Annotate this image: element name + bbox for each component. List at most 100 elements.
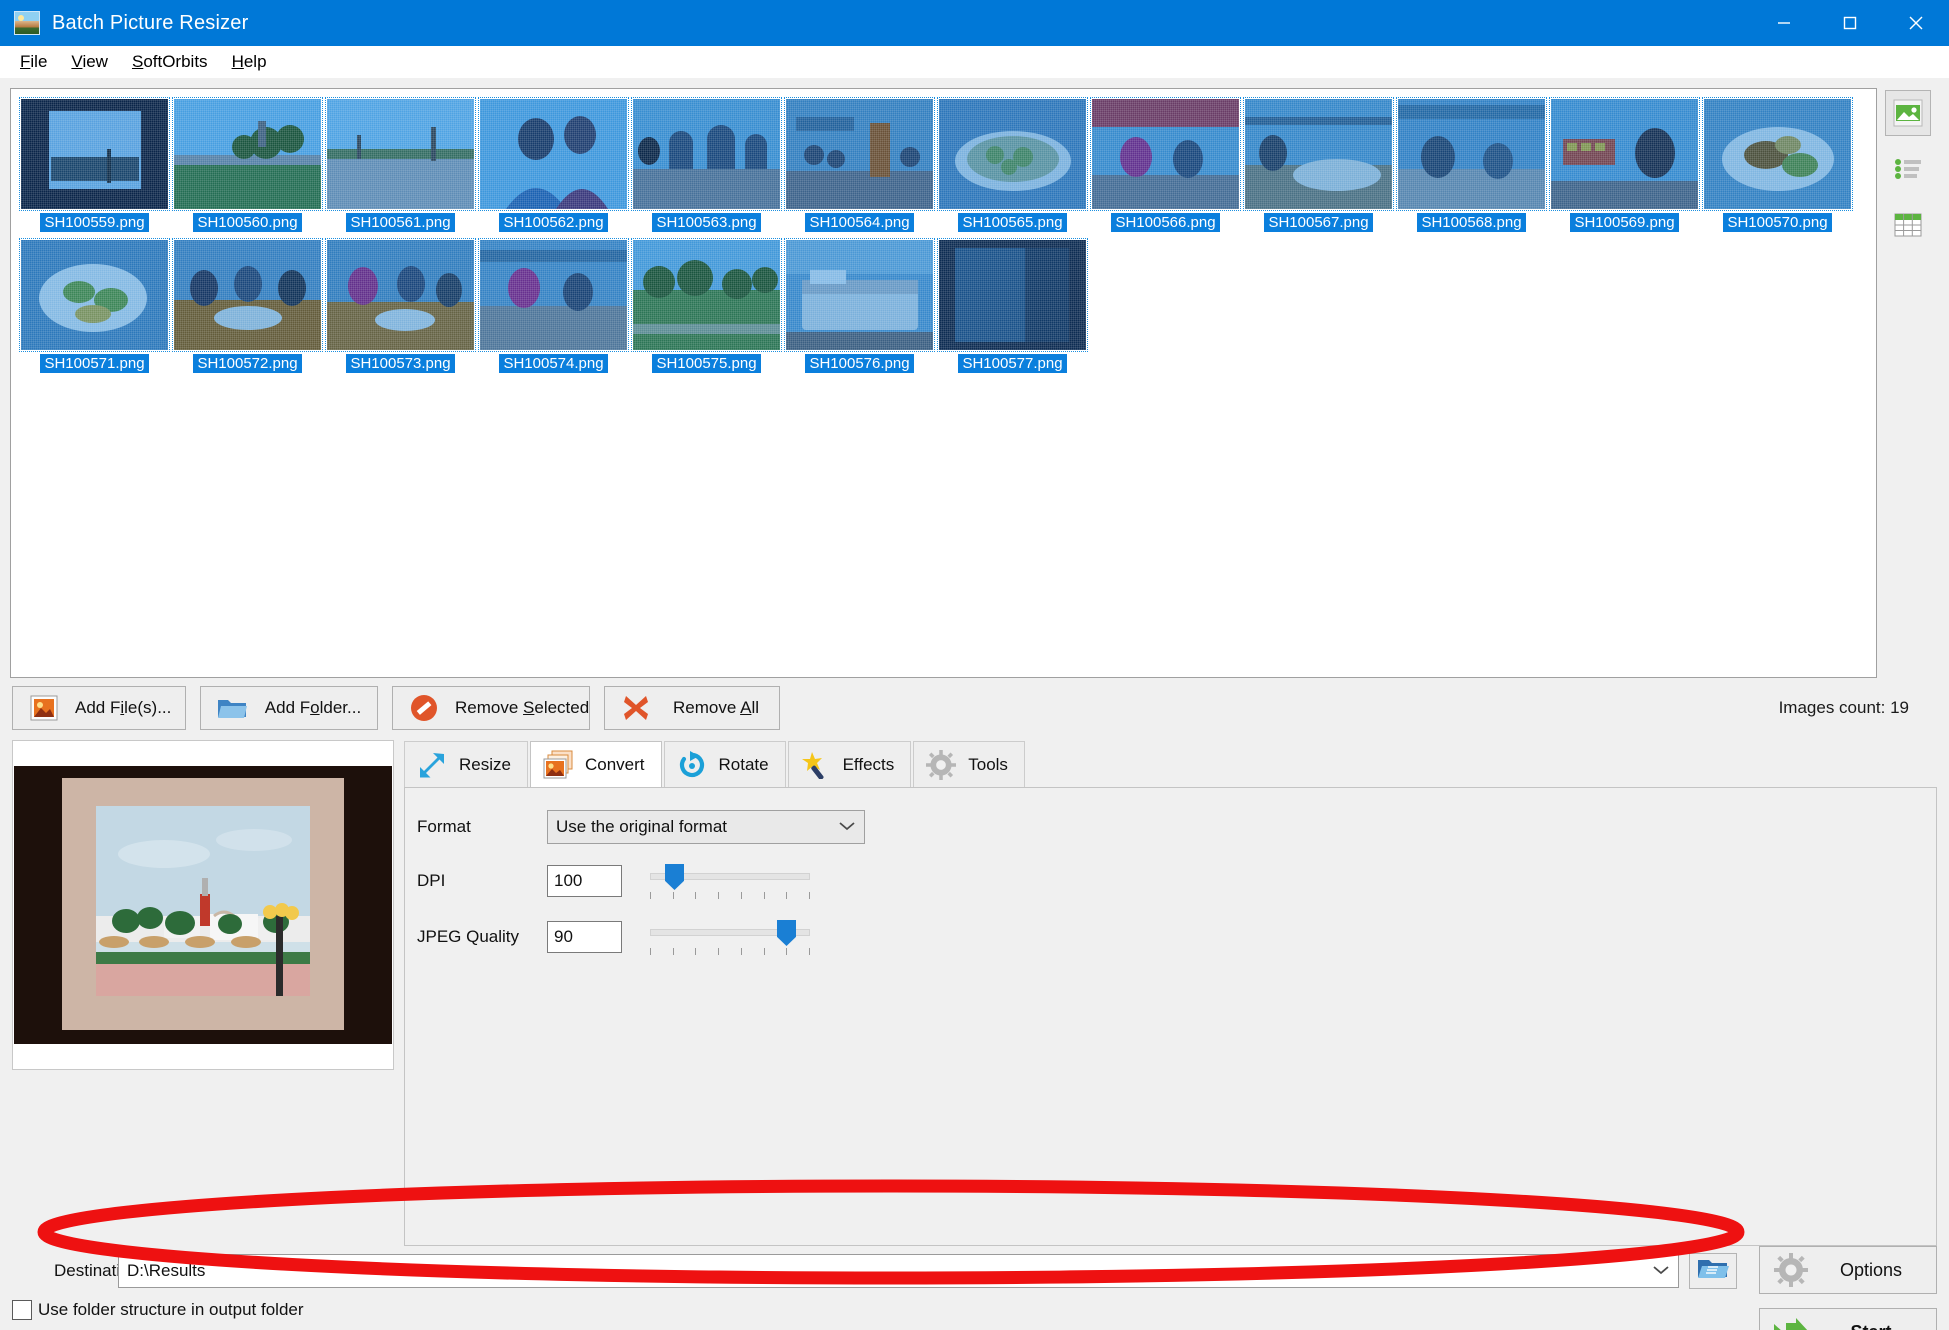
app-window: Batch Picture Resizer FFileile View Soft… [0,0,1949,1330]
destination-row: Destination D:\Results [12,1252,1937,1290]
thumbnail-filename: SH100562.png [499,213,608,232]
close-button[interactable] [1883,0,1949,46]
preview-panel [12,740,394,1070]
thumbnail-item[interactable]: SH100573.png [325,238,476,373]
dpi-input[interactable]: 100 [547,865,622,897]
thumbnail-item[interactable]: SH100563.png [631,97,782,232]
magic-wand-icon [799,749,833,781]
thumbnail-filename: SH100567.png [1264,213,1373,232]
details-view-button[interactable] [1885,202,1931,248]
menu-file[interactable]: FFileile [8,48,59,76]
thumbnail-image[interactable] [1243,97,1394,211]
minimize-button[interactable] [1751,0,1817,46]
chevron-down-icon[interactable] [1652,1261,1670,1281]
thumbnail-item[interactable]: SH100566.png [1090,97,1241,232]
browse-folder-button[interactable] [1689,1253,1737,1289]
menu-softorbits[interactable]: SoftOrbits [120,48,220,76]
thumbnail-image[interactable] [19,97,170,211]
thumbnail-image[interactable] [172,97,323,211]
red-x-icon [619,692,653,724]
thumbnail-image[interactable] [478,238,629,352]
thumbnail-item[interactable]: SH100567.png [1243,97,1394,232]
thumbnail-filename: SH100576.png [805,354,914,373]
jpeg-quality-input[interactable]: 90 [547,921,622,953]
remove-all-button[interactable]: Remove All [604,686,780,730]
tab-label: Rotate [718,754,769,774]
thumbnail-filename: SH100566.png [1111,213,1220,232]
thumbnail-item[interactable]: SH100575.png [631,238,782,373]
add-folder-button[interactable]: Add Folder... [200,686,378,730]
thumbnail-filename: SH100563.png [652,213,761,232]
thumbnail-image[interactable] [1396,97,1547,211]
thumbnail-image[interactable] [1090,97,1241,211]
options-button[interactable]: Options [1759,1246,1937,1294]
thumbnail-image[interactable] [937,97,1088,211]
thumbnail-image[interactable] [19,238,170,352]
options-label: Options [1839,1259,1903,1280]
gear-icon [924,749,958,781]
thumbnail-image[interactable] [1549,97,1700,211]
tab-rotate[interactable]: Rotate [663,741,786,787]
thumbnail-image[interactable] [937,238,1088,352]
dpi-slider[interactable] [650,862,810,900]
menu-view[interactable]: View [59,48,120,76]
preview-image [14,766,392,1044]
jpeg-quality-row: JPEG Quality 90 [417,918,1936,956]
view-mode-toolbar [1877,88,1939,678]
settings-tabs[interactable]: Resize Convert Rotate Effects Tools [404,740,1937,788]
thumbnail-image[interactable] [784,238,935,352]
maximize-button[interactable] [1817,0,1883,46]
images-count-label: Images count: 19 [1778,698,1909,717]
thumbnail-image[interactable] [172,238,323,352]
thumbnail-image[interactable] [784,97,935,211]
thumbnail-item[interactable]: SH100565.png [937,97,1088,232]
list-view-button[interactable] [1885,146,1931,192]
thumbnail-image[interactable] [325,238,476,352]
use-folder-structure-row[interactable]: Use folder structure in output folder [12,1300,1937,1320]
thumbnail-item[interactable]: SH100564.png [784,97,935,232]
jpeg-quality-slider-ticks [650,948,810,955]
thumbnail-image[interactable] [631,238,782,352]
tab-resize[interactable]: Resize [404,741,528,787]
thumbnail-view-button[interactable] [1885,90,1931,136]
start-button[interactable]: Start [1759,1308,1937,1330]
rotate-arrow-icon [675,749,709,781]
thumbnail-item[interactable]: SH100576.png [784,238,935,373]
thumbnail-item[interactable]: SH100570.png [1702,97,1853,232]
use-folder-structure-checkbox[interactable] [12,1300,32,1320]
destination-input[interactable]: D:\Results [118,1254,1679,1288]
thumbnail-image[interactable] [478,97,629,211]
add-files-button[interactable]: Add File(s)... [12,686,186,730]
tab-effects[interactable]: Effects [787,741,912,787]
thumbnail-image[interactable] [325,97,476,211]
format-label: Format [417,817,471,836]
thumbnail-item[interactable]: SH100577.png [937,238,1088,373]
thumbnail-item[interactable]: SH100562.png [478,97,629,232]
thumbnail-filename: SH100559.png [40,213,149,232]
tab-label: Tools [968,754,1008,774]
thumbnail-item[interactable]: SH100561.png [325,97,476,232]
gallery-row: SH100559.png SH100560.png SH100561.png SH10… [0,78,1949,678]
thumbnail-image[interactable] [631,97,782,211]
thumbnail-item[interactable]: SH100568.png [1396,97,1547,232]
thumbnail-image[interactable] [1702,97,1853,211]
thumbnail-item[interactable]: SH100572.png [172,238,323,373]
format-select[interactable]: Use the original format [547,810,865,844]
thumbnail-filename: SH100575.png [652,354,761,373]
folder-icon [215,692,249,724]
thumbnail-item[interactable]: SH100559.png [19,97,170,232]
jpeg-quality-value: 90 [554,927,573,946]
dpi-slider-thumb[interactable] [665,864,684,890]
thumbnail-filename: SH100561.png [346,213,455,232]
jpeg-quality-slider[interactable] [650,918,810,956]
thumbnail-item[interactable]: SH100574.png [478,238,629,373]
thumbnail-item[interactable]: SH100571.png [19,238,170,373]
thumbnail-item[interactable]: SH100560.png [172,97,323,232]
menu-help[interactable]: Help [220,48,279,76]
tab-convert[interactable]: Convert [529,741,662,787]
jpeg-quality-slider-thumb[interactable] [777,920,796,946]
tab-tools[interactable]: Tools [913,741,1025,787]
thumbnail-gallery[interactable]: SH100559.png SH100560.png SH100561.png SH10… [10,88,1877,678]
remove-selected-button[interactable]: Remove Selected [392,686,590,730]
thumbnail-item[interactable]: SH100569.png [1549,97,1700,232]
